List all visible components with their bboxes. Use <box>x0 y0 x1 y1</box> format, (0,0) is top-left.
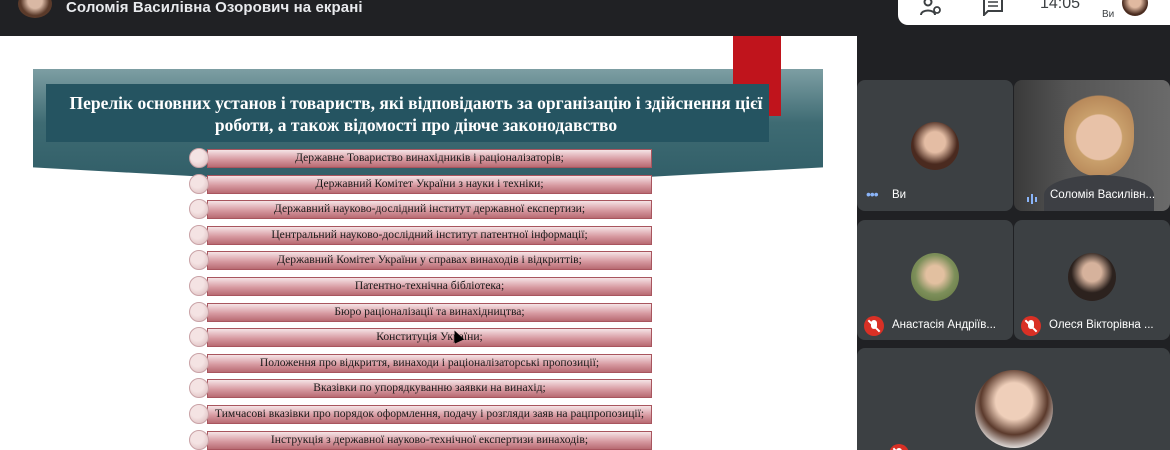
slide-list-item: Патентно-технічна бібліотека; <box>189 276 652 296</box>
avatar <box>1068 253 1116 301</box>
meet-window: Соломія Василівна Озорович на екрані 14:… <box>0 0 1170 450</box>
slide-list-item-text: Вказівки по упорядкуванню заявки на вина… <box>313 381 546 395</box>
slide-list-item: Державний Комітет України у справах вина… <box>189 250 652 271</box>
participant-tile[interactable]: Олеся Вікторівна ... <box>1014 220 1170 340</box>
slide-list-item: Державний науково-дослідний інститут дер… <box>189 199 652 220</box>
slide-list-item-text: Тимчасові вказівки про порядок оформленн… <box>214 407 645 420</box>
shared-slide: Перелік основних установ і товариств, як… <box>0 36 857 450</box>
bullet-circle <box>189 378 209 399</box>
avatar <box>911 253 959 301</box>
slide-list-item: Державне Товариство винахідників і раціо… <box>189 148 652 168</box>
slide-list-item: Вказівки по упорядкуванню заявки на вина… <box>189 378 652 399</box>
bullet-circle <box>189 199 209 220</box>
participant-name: Ви <box>892 189 907 201</box>
slide-title: Перелік основних установ і товариств, як… <box>69 93 763 135</box>
slide-list-item-text: Положення про відкриття, винаходи і раці… <box>259 355 600 369</box>
slide-list-item: Інструкція з державної науково-технічної… <box>189 429 652 450</box>
avatar <box>975 370 1053 448</box>
slide-list-item: Бюро раціоналізації та винахідництва; <box>189 301 652 322</box>
bullet-circle <box>189 224 209 245</box>
bullet-circle <box>189 250 209 271</box>
slide-list-item: Центральний науково-дослідний інститут п… <box>189 224 652 245</box>
bullet-circle <box>189 148 209 168</box>
chat-icon[interactable] <box>982 0 1004 16</box>
slide-list-item-text: Конституція України; <box>376 330 483 344</box>
bullet-circle <box>189 173 209 194</box>
self-avatar[interactable] <box>1122 0 1148 16</box>
mic-off-icon <box>889 444 909 450</box>
self-label: Ви <box>1102 9 1115 20</box>
avatar <box>911 122 959 170</box>
slide-list-item-text: Державний Комітет України у справах вина… <box>277 253 582 267</box>
participant-tile-presenter[interactable]: Соломія Василівн... <box>1014 80 1170 211</box>
top-bar: Соломія Василівна Озорович на екрані 14:… <box>0 0 1170 36</box>
meeting-clock: 14:05 <box>1040 0 1081 12</box>
slide-list-item-text: Державний Комітет України з науки і техн… <box>315 176 544 190</box>
participant-tile[interactable] <box>857 348 1170 450</box>
participants-panel: ••• Ви Соломія Василівн... Анастасія Анд… <box>857 36 1170 450</box>
bullet-circle <box>189 327 209 348</box>
slide-list-item-text: Державне Товариство винахідників і раціо… <box>295 151 564 164</box>
slide-list-item-text: Інструкція з державної науково-технічної… <box>270 432 589 446</box>
meeting-controls: 14:05 Ви <box>898 0 1170 25</box>
participant-name: Соломія Василівн... <box>1050 189 1156 201</box>
participant-name: Олеся Вікторівна ... <box>1049 319 1154 331</box>
presenter-avatar <box>18 0 52 18</box>
slide-list-item: Тимчасові вказівки про порядок оформленн… <box>189 404 652 424</box>
audio-activity-icon: ••• <box>866 186 879 202</box>
presenting-label: Соломія Василівна Озорович на екрані <box>66 0 363 16</box>
people-icon[interactable] <box>920 0 942 16</box>
bullet-circle <box>189 429 209 450</box>
participant-tile-you[interactable]: ••• Ви <box>857 80 1013 211</box>
bullet-circle <box>189 301 209 322</box>
bullet-circle <box>189 352 209 373</box>
presenter-face <box>1064 90 1134 176</box>
slide-list-item-text: Бюро раціоналізації та винахідництва; <box>334 304 525 318</box>
bullet-circle <box>189 404 209 424</box>
slide-list-item: Положення про відкриття, винаходи і раці… <box>189 352 652 373</box>
slide-list-item-text: Центральний науково-дослідний інститут п… <box>271 227 588 241</box>
slide-list-item: Конституція України; <box>189 327 652 348</box>
bullet-circle <box>189 276 209 296</box>
audio-activity-icon <box>1027 194 1037 204</box>
participant-name: Анастасія Андріїв... <box>892 319 996 331</box>
participant-tile[interactable]: Анастасія Андріїв... <box>857 220 1013 340</box>
mic-off-icon <box>1021 316 1041 336</box>
slide-list-item: Державний Комітет України з науки і техн… <box>189 173 652 194</box>
mic-off-icon <box>864 316 884 336</box>
slide-list-item-text: Державний науково-дослідний інститут дер… <box>273 202 586 216</box>
slide-list-item-text: Патентно-технічна бібліотека; <box>354 279 505 292</box>
